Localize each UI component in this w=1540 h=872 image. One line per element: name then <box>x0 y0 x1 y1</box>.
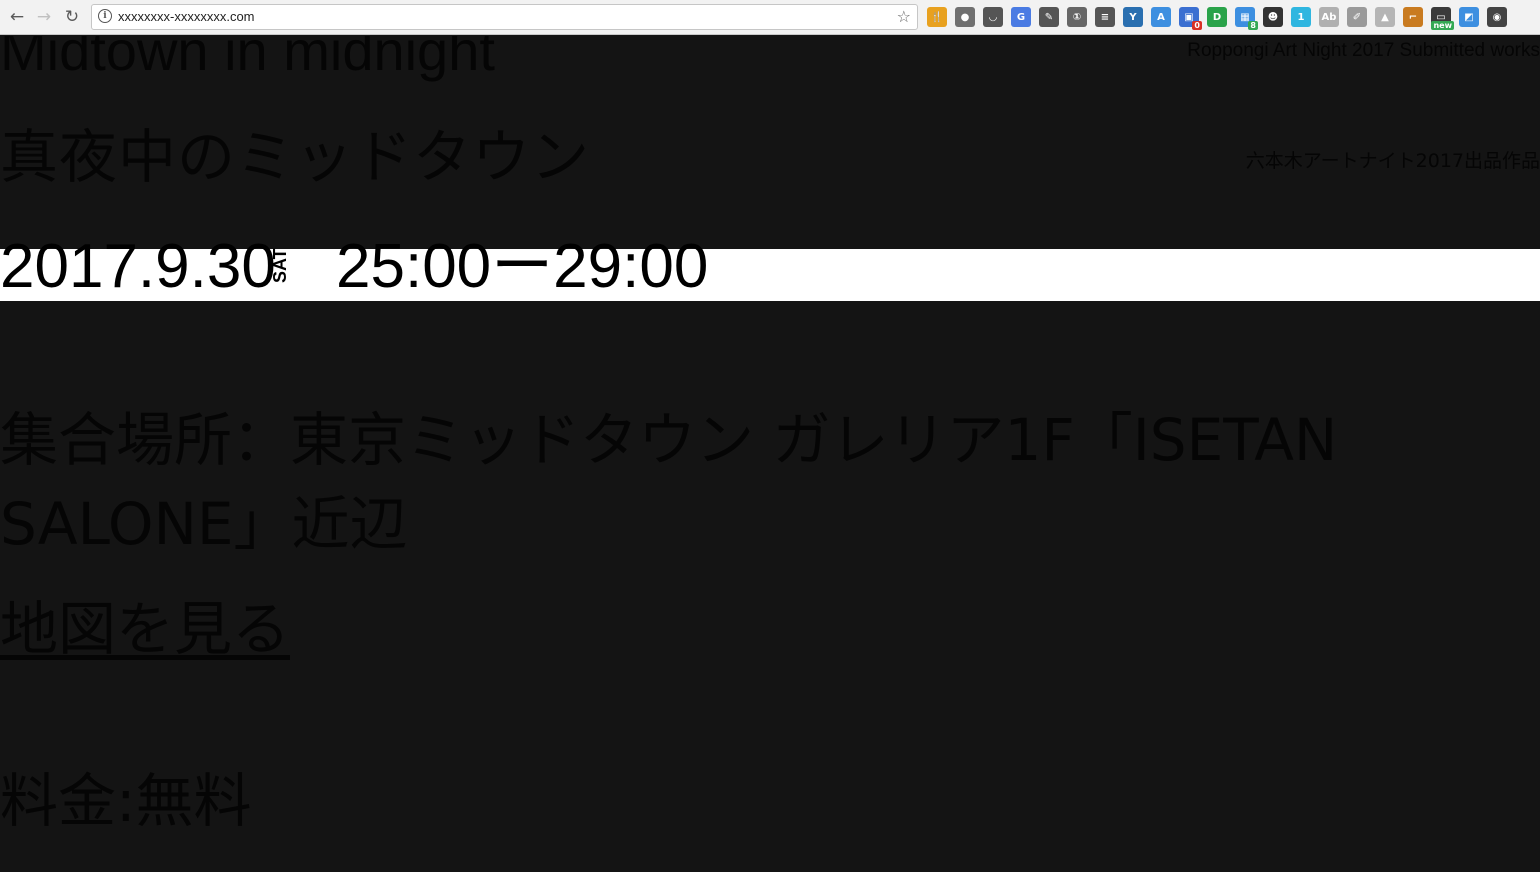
abc-icon[interactable]: Ab <box>1319 7 1339 27</box>
ipass-icon[interactable]: D <box>1207 7 1227 27</box>
forward-arrow-icon[interactable]: → <box>33 6 55 28</box>
address-bar[interactable]: i xxxxxxxx-xxxxxxxx.com ☆ <box>91 4 918 30</box>
globe-icon[interactable]: ● <box>955 7 975 27</box>
subtitle-ja: 六本木アートナイト2017出品作品 <box>1245 150 1540 172</box>
mail-badge: 0 <box>1192 21 1202 30</box>
grid-badge: 8 <box>1248 21 1258 30</box>
subtitle-en: Roppongi Art Night 2017 Submitted works <box>1187 40 1540 61</box>
map-link[interactable]: 地図を見る <box>0 594 290 664</box>
reload-icon[interactable]: ↻ <box>61 6 83 28</box>
fonts-icon[interactable]: A <box>1151 7 1171 27</box>
buffer-icon[interactable]: ≡ <box>1095 7 1115 27</box>
bookmark-star-icon[interactable]: ☆ <box>897 7 911 26</box>
panda-icon[interactable]: ☻ <box>1263 7 1283 27</box>
grid-icon[interactable]: ▦ 8 <box>1235 7 1258 30</box>
tools-icon[interactable]: 🍴 <box>927 7 947 27</box>
translate-icon[interactable]: G <box>1011 7 1031 27</box>
venue-text: 集合場所：東京ミッドタウン ガレリア1F「ISETAN SALONE」近辺 <box>0 406 1338 558</box>
color-icon[interactable]: ◉ <box>1487 7 1507 27</box>
browser-toolbar: ← → ↻ i xxxxxxxx-xxxxxxxx.com ☆ 🍴 ● ◡ G ✎ ① ≡ Y… <box>0 0 1540 35</box>
onepassword-icon[interactable]: ① <box>1067 7 1087 27</box>
page-content: Midtown in midnight Roppongi Art Night 2… <box>0 36 1540 872</box>
edit-icon[interactable]: ✐ <box>1347 7 1367 27</box>
page-title-en: Midtown in midnight <box>0 36 495 82</box>
yoast-icon[interactable]: Y <box>1123 7 1143 27</box>
mail-icon[interactable]: ▣ 0 <box>1179 7 1202 30</box>
extensions-bar: 🍴 ● ◡ G ✎ ① ≡ Y A ▣ 0 D ▦ 8 ☻ 1 Ab ✐ ▲ ⌐ ▭ new ◩ ◉ <box>927 7 1507 30</box>
event-day: SAT <box>270 248 290 284</box>
fee-text: 料金:無料 <box>0 767 252 835</box>
pocket-icon[interactable]: ◡ <box>983 7 1003 27</box>
back-arrow-icon[interactable]: ← <box>6 6 28 28</box>
event-date: 2017.9.30 <box>0 232 276 301</box>
page-title-ja: 真夜中のミッドタウン <box>0 123 591 191</box>
info-icon[interactable]: i <box>98 9 112 23</box>
evernote-icon[interactable]: ✎ <box>1039 7 1059 27</box>
one-icon[interactable]: 1 <box>1291 7 1311 27</box>
new-badge: new <box>1431 21 1454 30</box>
feed-icon[interactable]: ⌐ <box>1403 7 1423 27</box>
url-text[interactable]: xxxxxxxx-xxxxxxxx.com <box>118 9 255 24</box>
new-icon[interactable]: ▭ new <box>1431 7 1454 30</box>
screenshot-icon[interactable]: ◩ <box>1459 7 1479 27</box>
drive-icon[interactable]: ▲ <box>1375 7 1395 27</box>
event-time: 25:00ー29:00 <box>336 232 709 301</box>
